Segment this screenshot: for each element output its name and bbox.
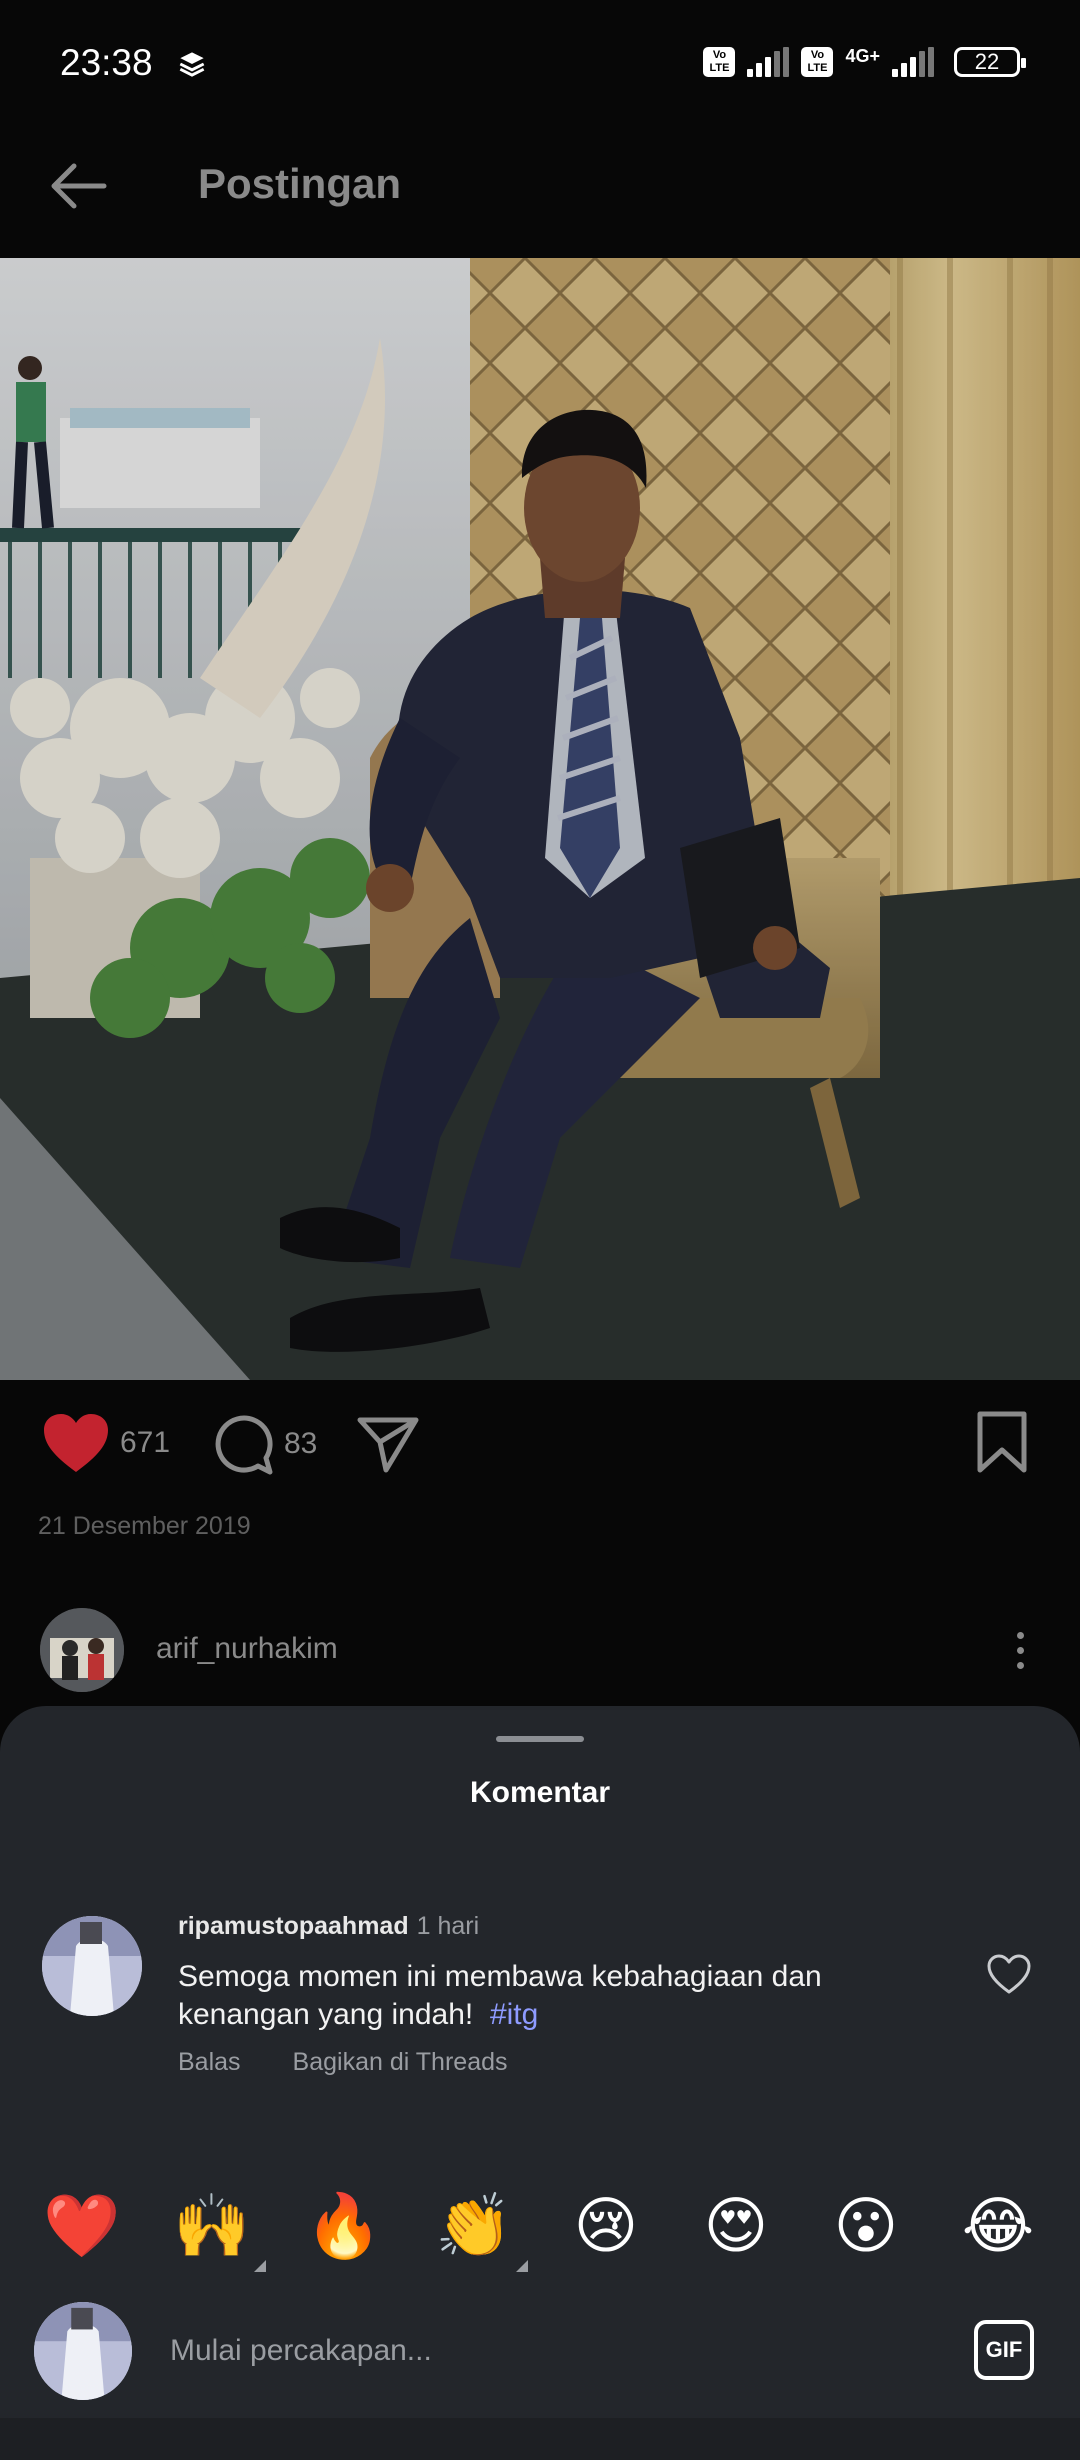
comment-text: Semoga momen ini membawa kebahagiaan dan… (178, 1958, 898, 2034)
status-indicators: Vo LTE Vo LTE 4G+ 22 (703, 42, 1026, 82)
comment-item: ripamustopaahmad 1 hari Semoga momen ini … (0, 1906, 1080, 2106)
post-actions: 671 83 (0, 1380, 1080, 1510)
status-bar: 23:38 Vo LTE Vo LTE 4G+ 22 (0, 0, 1080, 120)
current-user-avatar (34, 2302, 132, 2400)
save-button[interactable] (974, 1410, 1030, 1474)
back-button[interactable] (40, 148, 116, 224)
emoji-heart-eyes[interactable]: 😍 (696, 2186, 776, 2266)
volte-badge-2: Vo LTE (801, 47, 834, 77)
battery-level: 22 (974, 49, 1000, 74)
system-navigation-bar (0, 2418, 1080, 2460)
dot (1016, 1646, 1024, 1654)
emoji-reactions: ❤️ 🙌 🔥 👏 😢 😍 😮 😂 (0, 2186, 1080, 2286)
comments-sheet: Komentar ripamustopaahmad 1 hari Semoga m… (0, 1706, 1080, 2460)
emoji-raised-hands[interactable]: 🙌 (172, 2186, 266, 2272)
page-title: Postingan (198, 160, 402, 207)
volte-badge: Vo LTE (703, 47, 736, 77)
signal-icon-2 (892, 47, 934, 77)
comment-button[interactable]: 83 (210, 1412, 317, 1476)
status-time: 23:38 (60, 42, 153, 83)
commenter-avatar-image (42, 1916, 142, 2016)
post-image[interactable] (0, 258, 1080, 1380)
dot (1016, 1631, 1024, 1639)
commenter-avatar[interactable] (42, 1916, 142, 2016)
dot (1016, 1661, 1024, 1669)
emoji-raised-hands-glyph: 🙌 (173, 2189, 251, 2262)
emoji-heart[interactable]: ❤️ (42, 2186, 122, 2266)
commenter-username[interactable]: ripamustopaahmad (178, 1912, 409, 1940)
sheet-title: Komentar (469, 1776, 611, 1809)
comment-bubble-icon (215, 1415, 273, 1475)
comment-input-row: GIF (0, 2286, 1080, 2416)
more-options-button[interactable] (990, 1620, 1050, 1680)
drag-handle[interactable] (496, 1736, 584, 1742)
share-button[interactable] (356, 1412, 420, 1476)
emoji-fire[interactable]: 🔥 (304, 2186, 384, 2266)
emoji-clap[interactable]: 👏 (434, 2186, 528, 2272)
reply-button[interactable]: Balas (178, 2048, 241, 2076)
emoji-laughing[interactable]: 😂 (958, 2186, 1038, 2266)
author-avatar-image (40, 1608, 124, 1692)
comment-input[interactable] (170, 2326, 930, 2376)
like-count: 671 (120, 1426, 171, 1459)
current-user-avatar-image (34, 2302, 132, 2400)
comment-count: 83 (284, 1427, 318, 1460)
network-type: 4G+ (845, 46, 880, 66)
layers-icon (179, 52, 205, 77)
emoji-clap-glyph: 👏 (435, 2189, 513, 2262)
bookmark-icon (977, 1411, 1027, 1473)
send-icon (357, 1417, 419, 1473)
comment-actions: Balas Bagikan di Threads (178, 2048, 560, 2077)
arrow-left-icon (51, 163, 107, 209)
comment-hashtag[interactable]: #itg (490, 1998, 538, 2031)
top-app-bar: Postingan (0, 120, 1080, 258)
author-username[interactable]: arif_nurhakim (156, 1632, 338, 1666)
post-date: 21 Desember 2019 (38, 1512, 251, 1540)
gif-button[interactable]: GIF (974, 2320, 1034, 2380)
signal-icon (747, 47, 790, 77)
comment-time: 1 hari (416, 1912, 480, 1940)
author-avatar[interactable] (40, 1608, 124, 1692)
post-author-row: arif_nurhakim (0, 1590, 1080, 1700)
heart-filled-icon (44, 1414, 108, 1472)
emoji-crying[interactable]: 😢 (566, 2186, 646, 2266)
comment-like-heart-icon[interactable] (986, 1952, 1032, 1998)
comment-meta: ripamustopaahmad 1 hari (178, 1912, 479, 1941)
like-button[interactable]: 671 (42, 1412, 170, 1474)
share-threads-button[interactable]: Bagikan di Threads (293, 2048, 508, 2076)
post-photo (0, 258, 1080, 1380)
battery-icon: 22 (954, 47, 1026, 77)
emoji-surprised[interactable]: 😮 (826, 2186, 906, 2266)
